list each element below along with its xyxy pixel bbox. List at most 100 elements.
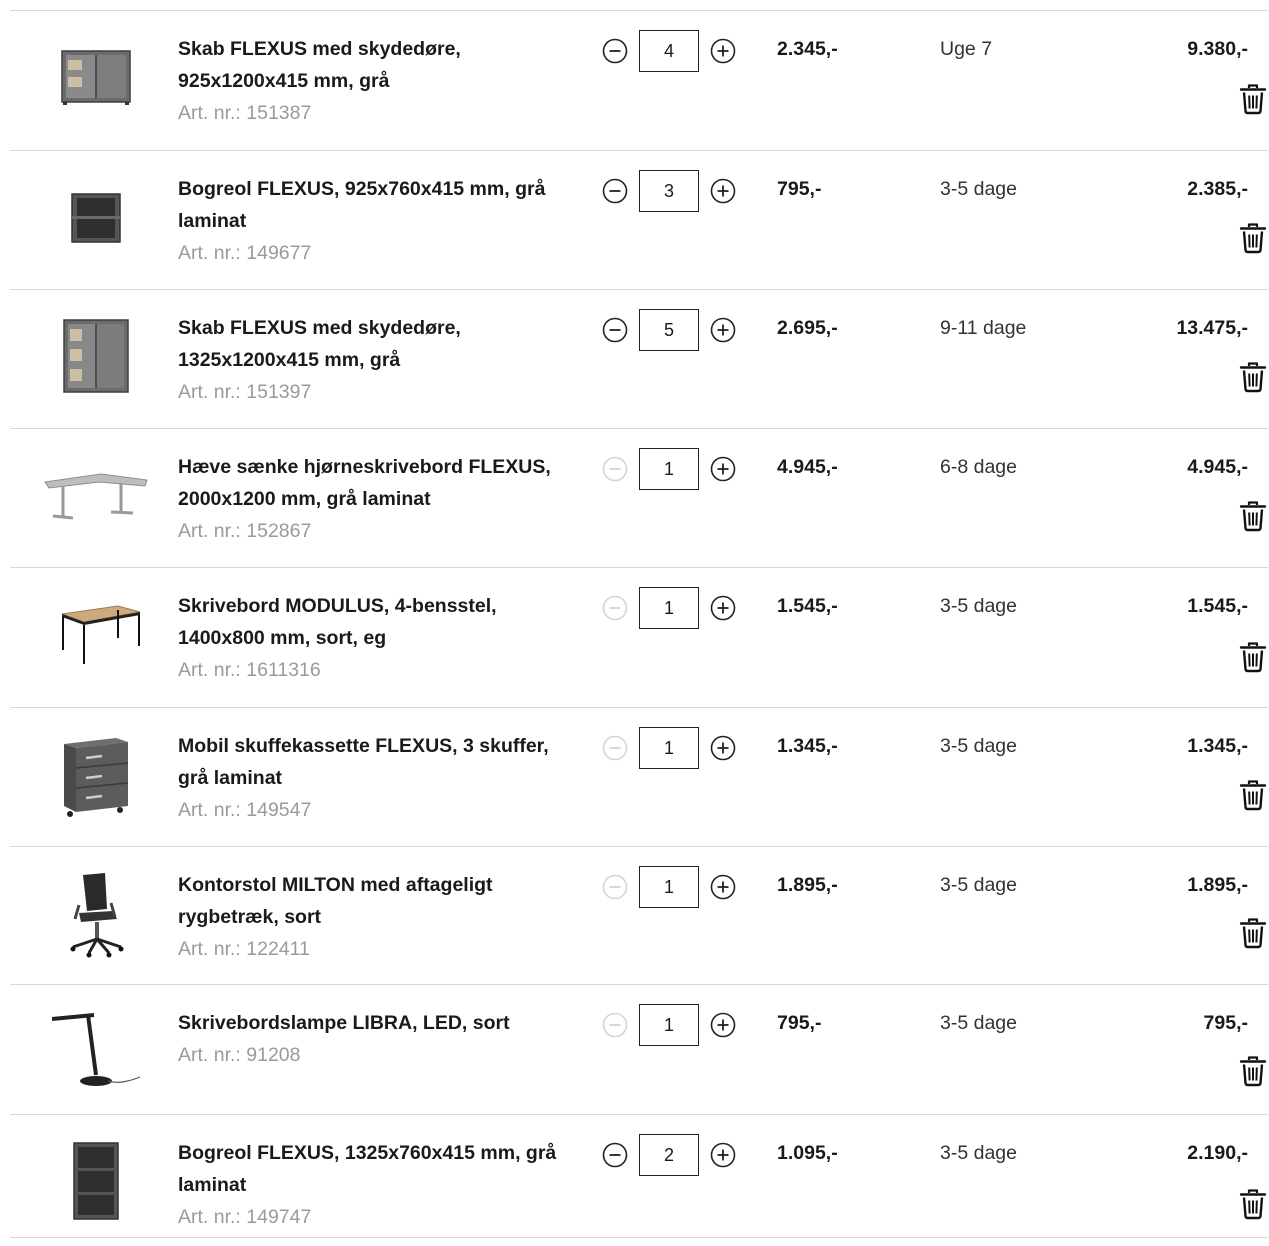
increase-quantity-button[interactable] xyxy=(710,178,736,204)
product-name[interactable]: Bogreol FLEXUS, 1325x760x415 mm, grå lam… xyxy=(178,1137,578,1201)
cart-item-row: Skab FLEXUS med skydedøre, 925x1200x415 … xyxy=(10,11,1268,151)
product-image[interactable] xyxy=(36,1007,156,1097)
decrease-quantity-button[interactable] xyxy=(602,178,628,204)
quantity-input[interactable]: 1 xyxy=(639,1004,699,1046)
product-image[interactable] xyxy=(36,451,156,541)
line-total: 1.895,- xyxy=(1187,874,1248,896)
line-total: 13.475,- xyxy=(1176,317,1248,339)
cart-item-row: Hæve sænke hjørneskrivebord FLEXUS, 2000… xyxy=(10,429,1268,568)
line-total: 2.385,- xyxy=(1187,178,1248,200)
delete-item-button[interactable] xyxy=(1238,641,1268,673)
quantity-input[interactable]: 5 xyxy=(639,309,699,351)
line-total: 4.945,- xyxy=(1187,456,1248,478)
low-bookshelf-icon xyxy=(71,193,121,243)
quantity-stepper: 1 xyxy=(602,1003,736,1047)
delete-item-button[interactable] xyxy=(1238,500,1268,532)
decrease-quantity-button[interactable] xyxy=(602,1142,628,1168)
line-total: 795,- xyxy=(1203,1012,1248,1034)
line-total: 9.380,- xyxy=(1187,38,1248,60)
article-number: Art. nr.: 149677 xyxy=(178,242,312,264)
decrease-quantity-button[interactable] xyxy=(602,595,628,621)
article-number: Art. nr.: 122411 xyxy=(178,938,310,960)
product-name[interactable]: Skrivebordslampe LIBRA, LED, sort xyxy=(178,1007,578,1039)
product-info: Skrivebord MODULUS, 4-bensstel, 1400x800… xyxy=(178,590,578,686)
product-name[interactable]: Bogreol FLEXUS, 925x760x415 mm, grå lami… xyxy=(178,173,578,237)
cart-item-row: Kontorstol MILTON med aftageligt rygbetr… xyxy=(10,847,1268,985)
quantity-input[interactable]: 3 xyxy=(639,170,699,212)
unit-price: 1.345,- xyxy=(777,735,838,757)
unit-price: 795,- xyxy=(777,1012,822,1034)
increase-quantity-button[interactable] xyxy=(710,1012,736,1038)
product-image[interactable] xyxy=(36,312,156,402)
increase-quantity-button[interactable] xyxy=(710,735,736,761)
product-name[interactable]: Mobil skuffekassette FLEXUS, 3 skuffer, … xyxy=(178,730,578,794)
increase-quantity-button[interactable] xyxy=(710,1142,736,1168)
delivery-time: 6-8 dage xyxy=(940,456,1017,478)
product-image[interactable] xyxy=(36,1137,156,1227)
delete-item-button[interactable] xyxy=(1238,361,1268,393)
decrease-quantity-button[interactable] xyxy=(602,317,628,343)
product-name[interactable]: Skab FLEXUS med skydedøre, 1325x1200x415… xyxy=(178,312,578,376)
increase-quantity-button[interactable] xyxy=(710,38,736,64)
increase-quantity-button[interactable] xyxy=(710,456,736,482)
delete-item-button[interactable] xyxy=(1238,1188,1268,1220)
product-name[interactable]: Skrivebord MODULUS, 4-bensstel, 1400x800… xyxy=(178,590,578,654)
article-number: Art. nr.: 149747 xyxy=(178,1206,312,1228)
product-name[interactable]: Hæve sænke hjørneskrivebord FLEXUS, 2000… xyxy=(178,451,578,515)
product-info: Hæve sænke hjørneskrivebord FLEXUS, 2000… xyxy=(178,451,578,547)
desk-lamp-icon xyxy=(51,1013,141,1086)
increase-quantity-button[interactable] xyxy=(710,874,736,900)
decrease-quantity-button[interactable] xyxy=(602,735,628,761)
product-name[interactable]: Kontorstol MILTON med aftageligt rygbetr… xyxy=(178,869,578,933)
product-info: Bogreol FLEXUS, 1325x760x415 mm, grå lam… xyxy=(178,1137,578,1233)
delete-item-button[interactable] xyxy=(1238,917,1268,949)
product-info: Bogreol FLEXUS, 925x760x415 mm, grå lami… xyxy=(178,173,578,269)
unit-price: 1.545,- xyxy=(777,595,838,617)
quantity-stepper: 1 xyxy=(602,447,736,491)
product-image[interactable] xyxy=(36,33,156,123)
product-image[interactable] xyxy=(36,590,156,680)
delivery-time: 9-11 dage xyxy=(940,317,1027,339)
increase-quantity-button[interactable] xyxy=(710,317,736,343)
unit-price: 2.695,- xyxy=(777,317,838,339)
quantity-input[interactable]: 1 xyxy=(639,866,699,908)
quantity-input[interactable]: 4 xyxy=(639,30,699,72)
article-number: Art. nr.: 1611316 xyxy=(178,659,321,681)
product-name[interactable]: Skab FLEXUS med skydedøre, 925x1200x415 … xyxy=(178,33,578,97)
product-image[interactable] xyxy=(36,869,156,959)
unit-price: 1.095,- xyxy=(777,1142,838,1164)
product-image[interactable] xyxy=(36,730,156,820)
quantity-input[interactable]: 1 xyxy=(639,448,699,490)
quantity-input[interactable]: 1 xyxy=(639,727,699,769)
oak-desk-icon xyxy=(61,605,141,664)
quantity-stepper: 1 xyxy=(602,726,736,770)
quantity-stepper: 1 xyxy=(602,865,736,909)
unit-price: 2.345,- xyxy=(777,38,838,60)
product-info: Skrivebordslampe LIBRA, LED, sort Art. n… xyxy=(178,1007,578,1071)
tall-sliding-door-cabinet-icon xyxy=(63,319,129,393)
delete-item-button[interactable] xyxy=(1238,1055,1268,1087)
decrease-quantity-button[interactable] xyxy=(602,874,628,900)
cart-item-row: Skrivebord MODULUS, 4-bensstel, 1400x800… xyxy=(10,568,1268,708)
decrease-quantity-button[interactable] xyxy=(602,456,628,482)
quantity-stepper: 1 xyxy=(602,586,736,630)
delivery-time: 3-5 dage xyxy=(940,1012,1017,1034)
article-number: Art. nr.: 151387 xyxy=(178,102,312,124)
unit-price: 1.895,- xyxy=(777,874,838,896)
cart-item-row: Skab FLEXUS med skydedøre, 1325x1200x415… xyxy=(10,290,1268,429)
product-image[interactable] xyxy=(36,173,156,263)
increase-quantity-button[interactable] xyxy=(710,595,736,621)
delete-item-button[interactable] xyxy=(1238,222,1268,254)
decrease-quantity-button[interactable] xyxy=(602,38,628,64)
quantity-input[interactable]: 1 xyxy=(639,587,699,629)
cart-item-row: Skrivebordslampe LIBRA, LED, sort Art. n… xyxy=(10,985,1268,1115)
quantity-input[interactable]: 2 xyxy=(639,1134,699,1176)
line-total: 1.345,- xyxy=(1187,735,1248,757)
decrease-quantity-button[interactable] xyxy=(602,1012,628,1038)
product-info: Kontorstol MILTON med aftageligt rygbetr… xyxy=(178,869,578,965)
delivery-time: 3-5 dage xyxy=(940,595,1017,617)
delivery-time: 3-5 dage xyxy=(940,735,1017,757)
delete-item-button[interactable] xyxy=(1238,83,1268,115)
delete-item-button[interactable] xyxy=(1238,779,1268,811)
delivery-time: 3-5 dage xyxy=(940,1142,1017,1164)
